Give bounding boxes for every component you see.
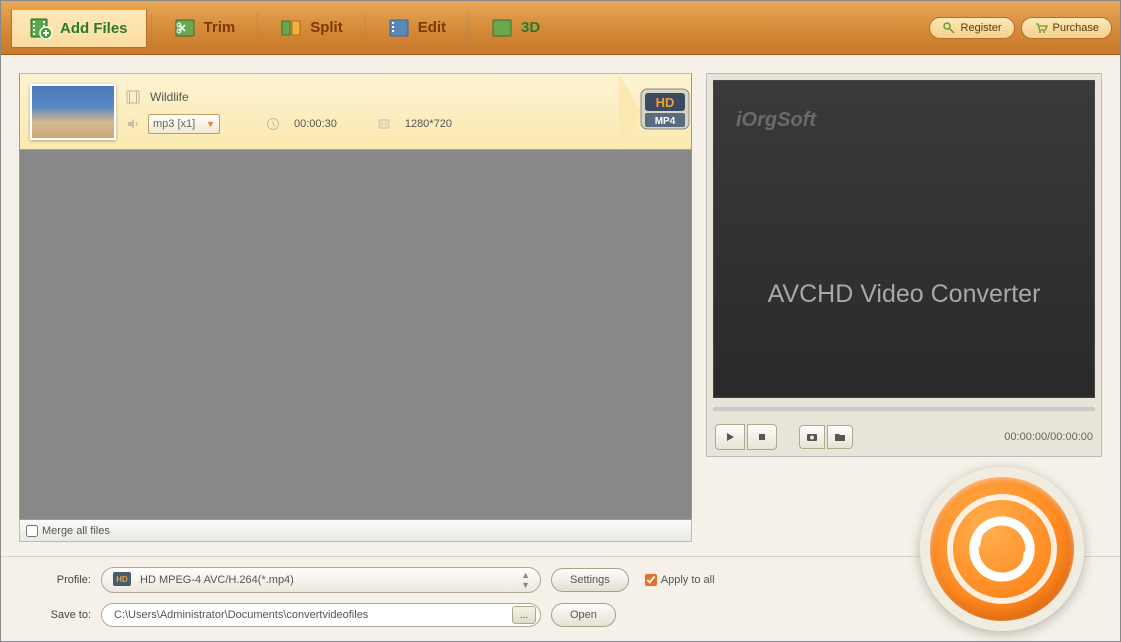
toolbar-separator bbox=[365, 13, 366, 43]
speaker-icon bbox=[126, 117, 140, 131]
cart-icon bbox=[1034, 21, 1048, 35]
product-name: AVCHD Video Converter bbox=[736, 280, 1072, 309]
clock-icon bbox=[266, 117, 280, 131]
apply-all-label: Apply to all bbox=[661, 574, 715, 586]
file-list[interactable]: Wildlife mp3 [x1] ▼ bbox=[19, 73, 692, 520]
edit-label: Edit bbox=[418, 19, 446, 36]
profile-label: Profile: bbox=[19, 574, 91, 586]
toolbar-separator bbox=[468, 13, 469, 43]
split-label: Split bbox=[310, 19, 343, 36]
audio-track-value: mp3 [x1] bbox=[153, 118, 195, 130]
format-badge-top: HD bbox=[656, 95, 675, 110]
profile-format-icon: HD bbox=[112, 571, 132, 590]
purchase-button[interactable]: Purchase bbox=[1021, 17, 1112, 39]
format-badge-bottom: MP4 bbox=[655, 116, 676, 127]
play-button[interactable] bbox=[715, 424, 745, 450]
add-files-label: Add Files bbox=[60, 20, 128, 37]
edit-icon bbox=[388, 17, 410, 39]
merge-bar: Merge all files bbox=[19, 520, 692, 542]
audio-track-dropdown[interactable]: mp3 [x1] ▼ bbox=[148, 114, 220, 134]
preview-controls: 00:00:00/00:00:00 bbox=[713, 422, 1095, 450]
3d-label: 3D bbox=[521, 19, 540, 36]
key-icon bbox=[942, 21, 956, 35]
bottom-bar: Profile: HD HD MPEG-4 AVC/H.264(*.mp4) ▲… bbox=[1, 556, 1120, 641]
film-add-icon bbox=[30, 17, 52, 39]
save-to-path: C:\Users\Administrator\Documents\convert… bbox=[114, 609, 512, 621]
profile-dropdown[interactable]: HD HD MPEG-4 AVC/H.264(*.mp4) ▲▼ bbox=[101, 567, 541, 593]
dropdown-arrow-icon: ▲▼ bbox=[521, 570, 530, 590]
resolution-icon bbox=[377, 117, 391, 131]
snapshot-button[interactable] bbox=[799, 425, 825, 449]
app-window: Add Files Trim Split bbox=[0, 0, 1121, 642]
duration-value: 00:00:30 bbox=[294, 118, 337, 130]
snapshot-folder-button[interactable] bbox=[827, 425, 853, 449]
convert-button[interactable] bbox=[920, 467, 1084, 631]
preview-panel: iOrgSoft AVCHD Video Converter bbox=[706, 73, 1102, 457]
purchase-label: Purchase bbox=[1053, 22, 1099, 34]
video-thumbnail bbox=[30, 84, 116, 140]
split-button[interactable]: Split bbox=[262, 8, 361, 48]
main-toolbar: Add Files Trim Split bbox=[1, 1, 1120, 55]
preview-timeline[interactable] bbox=[713, 404, 1095, 414]
left-pane: Wildlife mp3 [x1] ▼ bbox=[19, 73, 692, 542]
convert-icon bbox=[947, 494, 1057, 604]
edit-button[interactable]: Edit bbox=[370, 8, 464, 48]
merge-checkbox[interactable] bbox=[26, 525, 38, 537]
profile-value: HD MPEG-4 AVC/H.264(*.mp4) bbox=[140, 574, 294, 586]
settings-button[interactable]: Settings bbox=[551, 568, 629, 592]
toolbar-separator bbox=[151, 13, 152, 43]
browse-label: ... bbox=[520, 610, 528, 621]
time-readout: 00:00:00/00:00:00 bbox=[1004, 431, 1093, 443]
apply-all-checkbox[interactable] bbox=[645, 574, 657, 586]
toolbar-separator bbox=[257, 13, 258, 43]
split-icon bbox=[280, 17, 302, 39]
3d-button[interactable]: 3D bbox=[473, 8, 558, 48]
save-to-input[interactable]: C:\Users\Administrator\Documents\convert… bbox=[101, 603, 541, 627]
resolution-value: 1280*720 bbox=[405, 118, 452, 130]
trim-icon bbox=[174, 17, 196, 39]
register-label: Register bbox=[961, 22, 1002, 34]
format-badge[interactable]: HD MP4 bbox=[637, 87, 692, 135]
open-folder-button[interactable]: Open bbox=[551, 603, 616, 627]
trim-button[interactable]: Trim bbox=[156, 8, 254, 48]
file-item[interactable]: Wildlife mp3 [x1] ▼ bbox=[20, 74, 691, 150]
settings-label: Settings bbox=[570, 574, 610, 586]
film-icon bbox=[126, 90, 140, 104]
save-to-label: Save to: bbox=[19, 609, 91, 621]
dropdown-arrow-icon: ▼ bbox=[206, 119, 215, 129]
register-button[interactable]: Register bbox=[929, 17, 1015, 39]
apply-all-checkbox-label[interactable]: Apply to all bbox=[645, 574, 715, 586]
stop-button[interactable] bbox=[747, 424, 777, 450]
file-name: Wildlife bbox=[150, 90, 189, 104]
svg-text:HD: HD bbox=[116, 575, 128, 584]
trim-label: Trim bbox=[204, 19, 236, 36]
open-label: Open bbox=[570, 609, 597, 621]
file-info: Wildlife mp3 [x1] ▼ bbox=[126, 74, 691, 149]
add-files-button[interactable]: Add Files bbox=[11, 8, 147, 48]
preview-screen: iOrgSoft AVCHD Video Converter bbox=[713, 80, 1095, 398]
brand-logo: iOrgSoft bbox=[736, 109, 1072, 132]
3d-icon bbox=[491, 17, 513, 39]
browse-button[interactable]: ... bbox=[512, 606, 536, 624]
merge-label: Merge all files bbox=[42, 525, 110, 537]
